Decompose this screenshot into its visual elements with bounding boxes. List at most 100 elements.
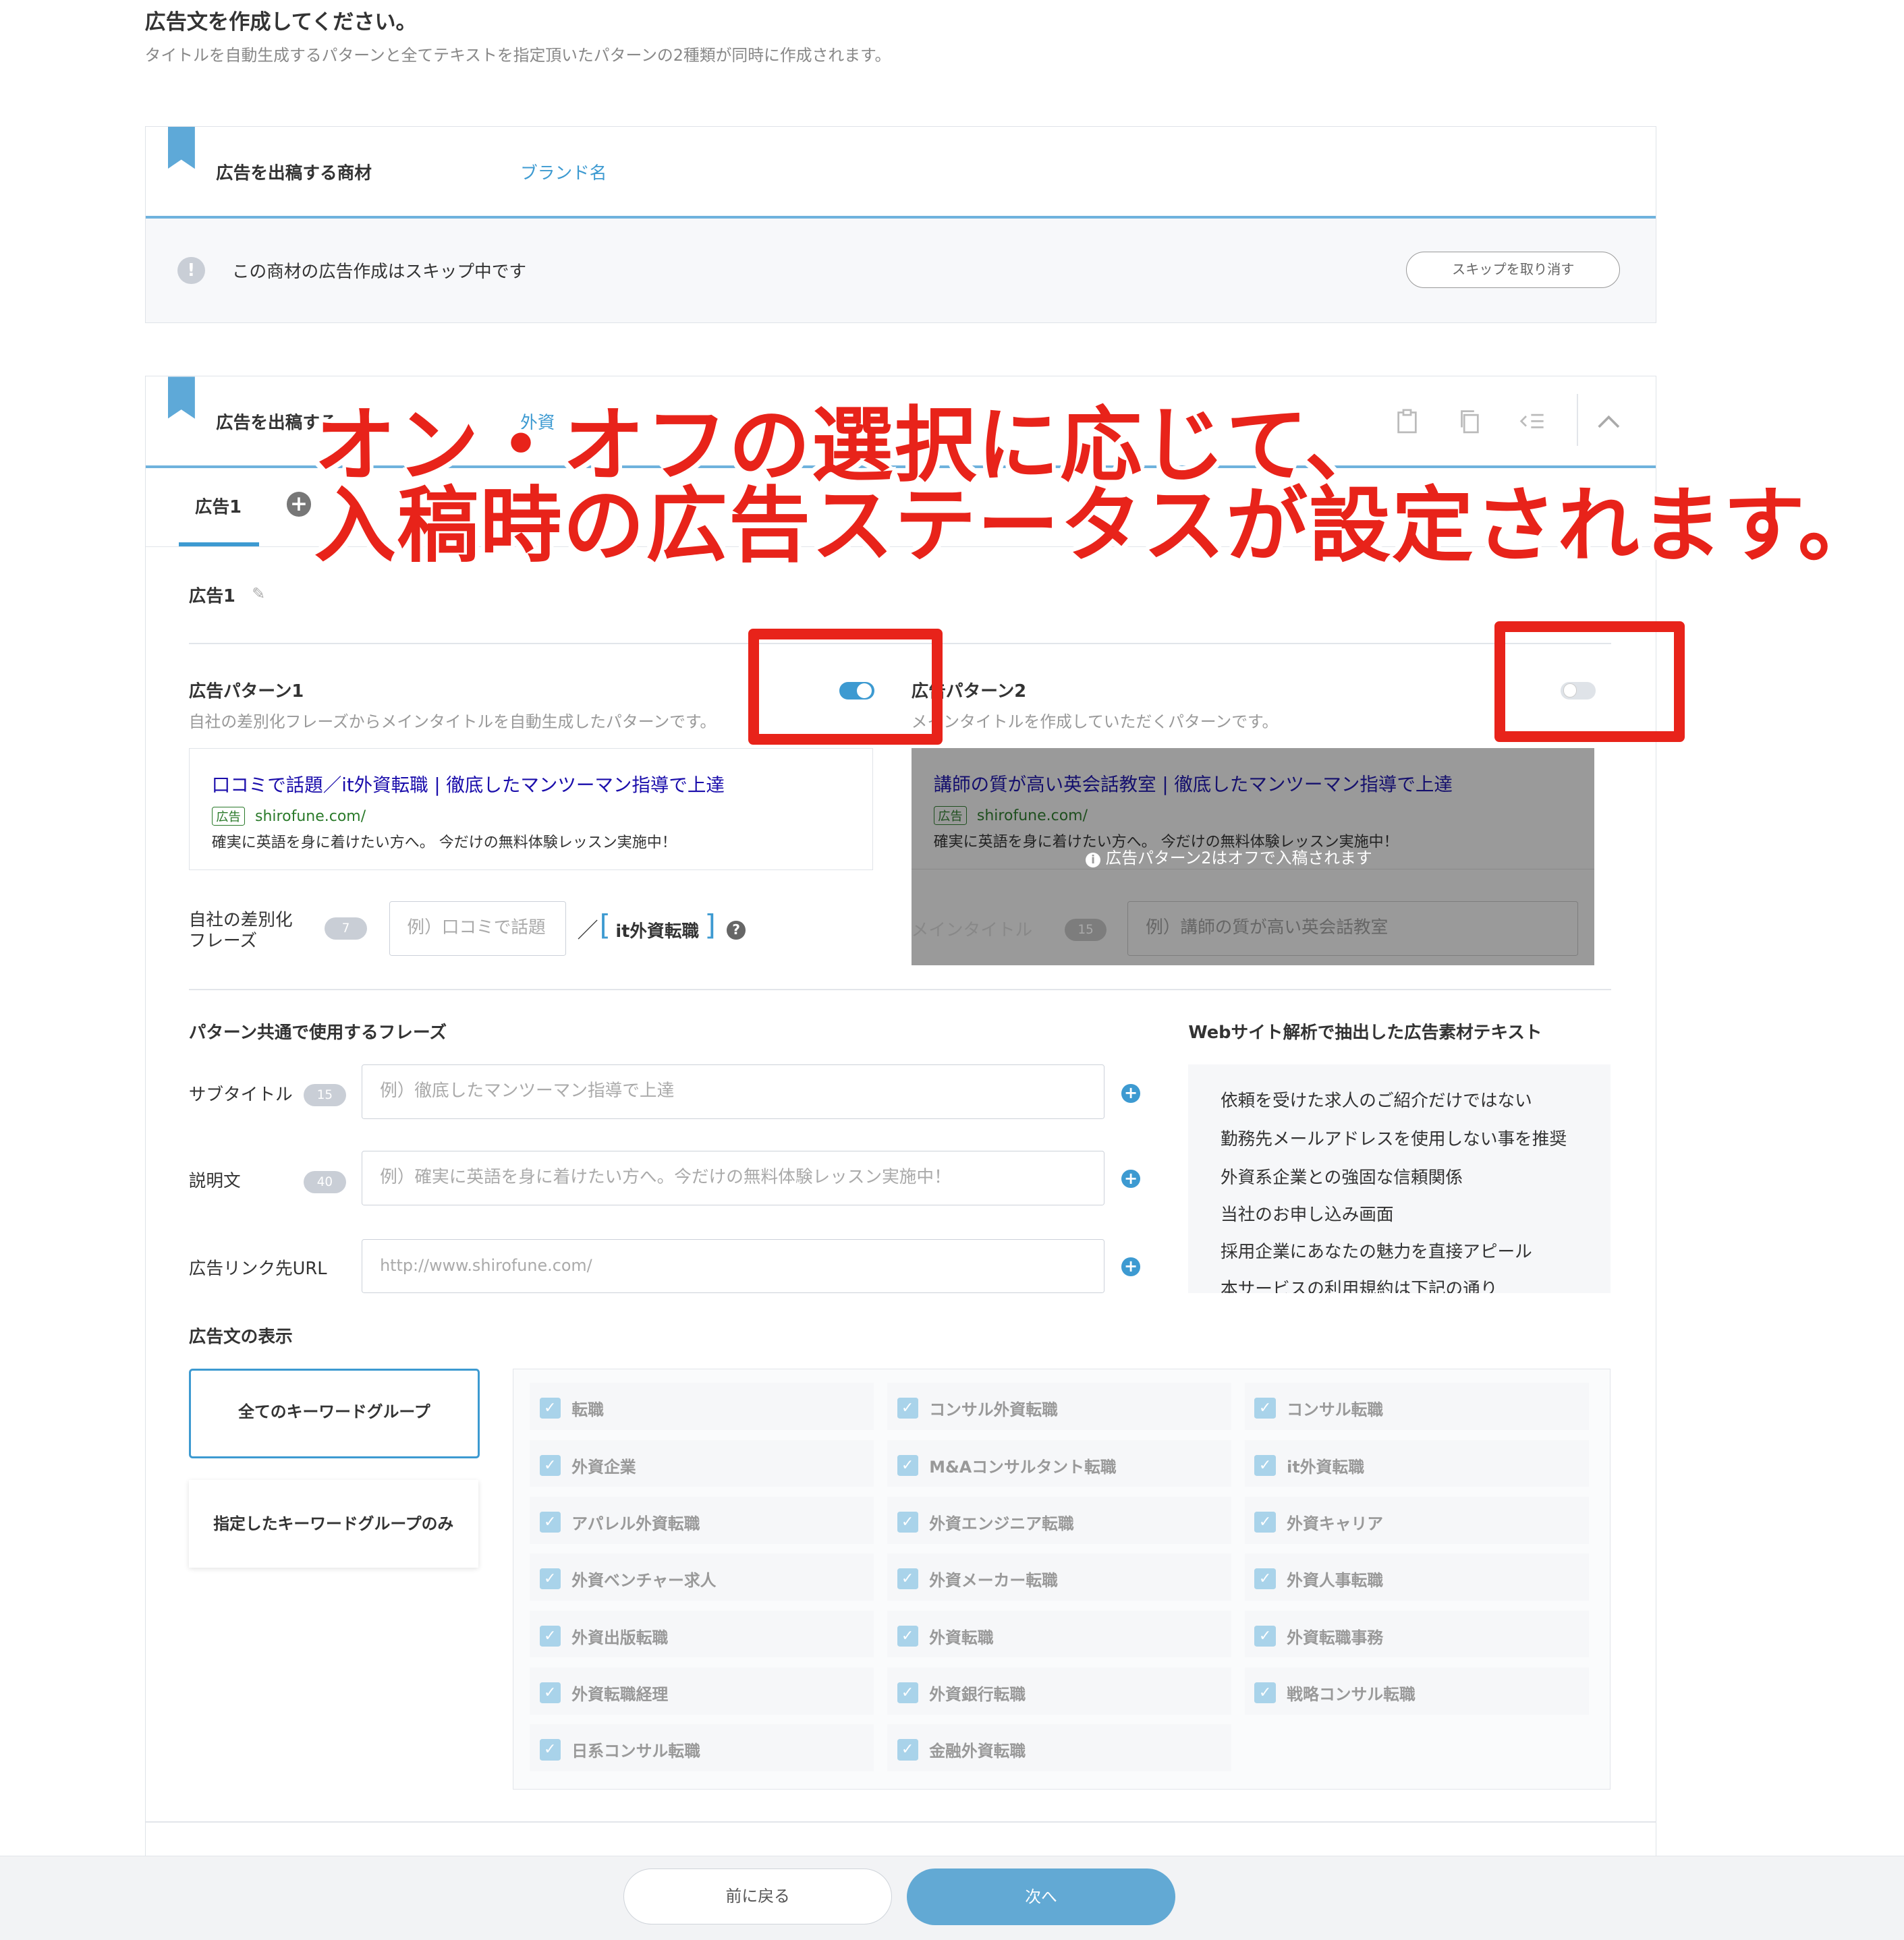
keyword-checkbox-item[interactable]: ✓ 外資転職経理 — [529, 1667, 874, 1715]
keyword-checkbox-item[interactable]: ✓ 外資転職 — [887, 1610, 1231, 1658]
url-input[interactable]: http://www.shirofune.com/ — [362, 1238, 1104, 1294]
list-item[interactable]: 勤務先メールアドレスを使用しない事を推奨 — [1221, 1125, 1567, 1150]
keyword-label: 戦略コンサル転職 — [1287, 1685, 1416, 1705]
checkbox-checked-icon[interactable]: ✓ — [539, 1511, 561, 1533]
back-button[interactable]: 前に戻る — [623, 1868, 893, 1924]
product-label: 広告を出稿する商材 — [216, 163, 372, 183]
keyword-label: 日系コンサル転職 — [571, 1742, 700, 1761]
checkbox-checked-icon[interactable]: ✓ — [1254, 1398, 1276, 1419]
keyword-checkbox-item[interactable]: ✓ 外資エンジニア転職 — [887, 1496, 1231, 1544]
keyword-checkbox-item[interactable]: ✓ 外資銀行転職 — [887, 1667, 1231, 1715]
page-subtitle: タイトルを自動生成するパターンと全てテキストを指定頂いたパターンの2種類が同時に… — [144, 46, 891, 65]
list-item[interactable]: 本サービスの利用規約は下記の通り — [1221, 1275, 1498, 1294]
checkbox-checked-icon[interactable]: ✓ — [539, 1398, 561, 1419]
overlay-line1: オン・オフの選択に応じて、 — [314, 397, 1388, 493]
checkbox-checked-icon[interactable]: ✓ — [539, 1454, 561, 1476]
list-item[interactable]: 依頼を受けた求人のご紹介だけではない — [1221, 1087, 1532, 1112]
checkbox-checked-icon[interactable]: ✓ — [897, 1454, 918, 1476]
keyword-checkbox-item[interactable]: ✓ 外資人事転職 — [1244, 1553, 1589, 1601]
product-value[interactable]: ブランド名 — [520, 159, 607, 184]
list-item[interactable]: 採用企業にあなたの魅力を直接アピール — [1221, 1238, 1532, 1263]
keyword-checkbox-item[interactable]: ✓ 転職 — [529, 1383, 874, 1430]
product-card-1: 広告を出稿する商材 ブランド名 ! この商材の広告作成はスキップ中です スキップ… — [144, 126, 1657, 323]
keyword-checkbox-item[interactable]: ✓ M&Aコンサルタント転職 — [887, 1439, 1231, 1487]
phrase-input[interactable]: 例）口コミで話題 — [389, 901, 566, 956]
keyword-label: コンサル外資転職 — [929, 1400, 1058, 1420]
keyword-label: 外資転職経理 — [571, 1685, 669, 1705]
keyword-label: アパレル外資転職 — [571, 1514, 700, 1534]
checkbox-checked-icon[interactable]: ✓ — [1254, 1511, 1276, 1533]
off-notice: i 広告パターン2はオフで入稿されます — [1086, 845, 1372, 868]
pattern2-desc: メインタイトルを作成していただくパターンです。 — [911, 712, 1279, 731]
keyword-checkbox-item[interactable]: ✓ it外資転職 — [1244, 1439, 1589, 1487]
keyword-label: 外資メーカー転職 — [929, 1571, 1058, 1591]
keyword-checkbox-item[interactable]: ✓ 戦略コンサル転職 — [1244, 1667, 1589, 1715]
clipboard-icon[interactable] — [1395, 409, 1420, 436]
specified-groups-button[interactable]: 指定したキーワードグループのみ — [188, 1480, 478, 1568]
bookmark-icon — [167, 127, 195, 169]
checkbox-checked-icon[interactable]: ✓ — [897, 1398, 918, 1419]
checkbox-checked-icon[interactable]: ✓ — [1254, 1625, 1276, 1647]
highlight-box-pattern1 — [748, 628, 943, 745]
checkbox-checked-icon[interactable]: ✓ — [897, 1511, 918, 1533]
add-tab-icon[interactable]: + — [286, 491, 312, 517]
copy-icon[interactable] — [1457, 409, 1482, 436]
list-icon[interactable] — [1519, 409, 1544, 436]
main-title-count: 15 — [1064, 918, 1107, 941]
checkbox-checked-icon[interactable]: ✓ — [539, 1625, 561, 1647]
checkbox-checked-icon[interactable]: ✓ — [1254, 1568, 1276, 1590]
keyword-checkbox-item[interactable]: ✓ 外資ベンチャー求人 — [529, 1553, 874, 1601]
chevron-up-icon[interactable] — [1596, 409, 1621, 436]
keyword-checkbox-item[interactable]: ✓ 外資メーカー転職 — [887, 1553, 1231, 1601]
checkbox-checked-icon[interactable]: ✓ — [539, 1739, 561, 1761]
checkbox-checked-icon[interactable]: ✓ — [539, 1568, 561, 1590]
keyword-checkbox-item[interactable]: ✓ 外資転職事務 — [1244, 1610, 1589, 1658]
skip-cancel-button[interactable]: スキップを取り消す — [1406, 252, 1621, 288]
keyword-checkbox-item[interactable]: ✓ 金融外資転職 — [887, 1724, 1231, 1771]
keyword-label: 外資転職事務 — [1287, 1628, 1384, 1647]
keyword-label: 外資企業 — [571, 1457, 636, 1477]
checkbox-checked-icon[interactable]: ✓ — [897, 1739, 918, 1761]
keyword-label: 外資エンジニア転職 — [929, 1514, 1074, 1534]
add-desc-icon[interactable]: + — [1121, 1169, 1140, 1189]
checkbox-checked-icon[interactable]: ✓ — [897, 1625, 918, 1647]
preview-desc: 確実に英語を身に着けたい方へ。 今だけの無料体験レッスン実施中！ — [211, 834, 677, 851]
keyword-checkbox-item[interactable]: ✓ 日系コンサル転職 — [529, 1724, 874, 1771]
url-label: 広告リンク先URL — [188, 1259, 327, 1280]
off-notice-text: 広告パターン2はオフで入稿されます — [1105, 848, 1372, 867]
all-groups-button[interactable]: 全てのキーワードグループ — [188, 1369, 480, 1458]
add-url-icon[interactable]: + — [1121, 1257, 1140, 1276]
pencil-icon[interactable]: ✎ — [252, 584, 265, 603]
checkbox-checked-icon[interactable]: ✓ — [539, 1682, 561, 1704]
subtitle-count: 15 — [304, 1084, 346, 1107]
checkbox-checked-icon[interactable]: ✓ — [1254, 1454, 1276, 1476]
desc-input[interactable]: 例）確実に英語を身に着けたい方へ。今だけの無料体験レッスン実施中！ — [362, 1151, 1104, 1205]
keyword-checkbox-item[interactable]: ✓ アパレル外資転職 — [529, 1496, 874, 1544]
info-icon: i — [1086, 852, 1101, 867]
keyword-checkbox-item[interactable]: ✓ 外資出版転職 — [529, 1610, 874, 1658]
keyword-checkbox-item[interactable]: ✓ コンサル外資転職 — [887, 1383, 1231, 1430]
keyword-label: 金融外資転職 — [929, 1742, 1026, 1761]
keyword-label: 外資キャリア — [1287, 1514, 1384, 1534]
list-item[interactable]: 外資系企業との強固な信頼関係 — [1221, 1164, 1463, 1189]
divider — [188, 989, 1612, 990]
checkbox-checked-icon[interactable]: ✓ — [1254, 1682, 1276, 1704]
help-icon[interactable]: ? — [727, 921, 746, 940]
subtitle-input[interactable]: 例）徹底したマンツーマン指導で上達 — [362, 1064, 1104, 1119]
next-button[interactable]: 次へ — [907, 1868, 1175, 1926]
keyword-label: 外資出版転職 — [571, 1628, 669, 1647]
preview-url: shirofune.com/ — [976, 807, 1088, 825]
main-title-input[interactable]: 例）講師の質が高い英会話教室 — [1127, 901, 1578, 956]
keyword-checkbox-item[interactable]: ✓ 外資キャリア — [1244, 1496, 1589, 1544]
tab-ad1[interactable]: 広告1 — [195, 493, 242, 518]
web-list-item-partial — [1221, 1064, 1238, 1072]
list-item[interactable]: 当社のお申し込み画面 — [1221, 1201, 1394, 1226]
keyword-chip: it外資転職 — [615, 921, 700, 942]
web-list[interactable]: 依頼を受けた求人のご紹介だけではない 勤務先メールアドレスを使用しない事を推奨 … — [1188, 1064, 1611, 1294]
checkbox-checked-icon[interactable]: ✓ — [897, 1568, 918, 1590]
keyword-checkbox-item[interactable]: ✓ コンサル転職 — [1244, 1383, 1589, 1430]
checkbox-checked-icon[interactable]: ✓ — [897, 1682, 918, 1704]
keyword-checkbox-item[interactable]: ✓ 外資企業 — [529, 1439, 874, 1487]
skip-row: ! この商材の広告作成はスキップ中です スキップを取り消す — [145, 218, 1656, 322]
add-subtitle-icon[interactable]: + — [1121, 1084, 1140, 1103]
